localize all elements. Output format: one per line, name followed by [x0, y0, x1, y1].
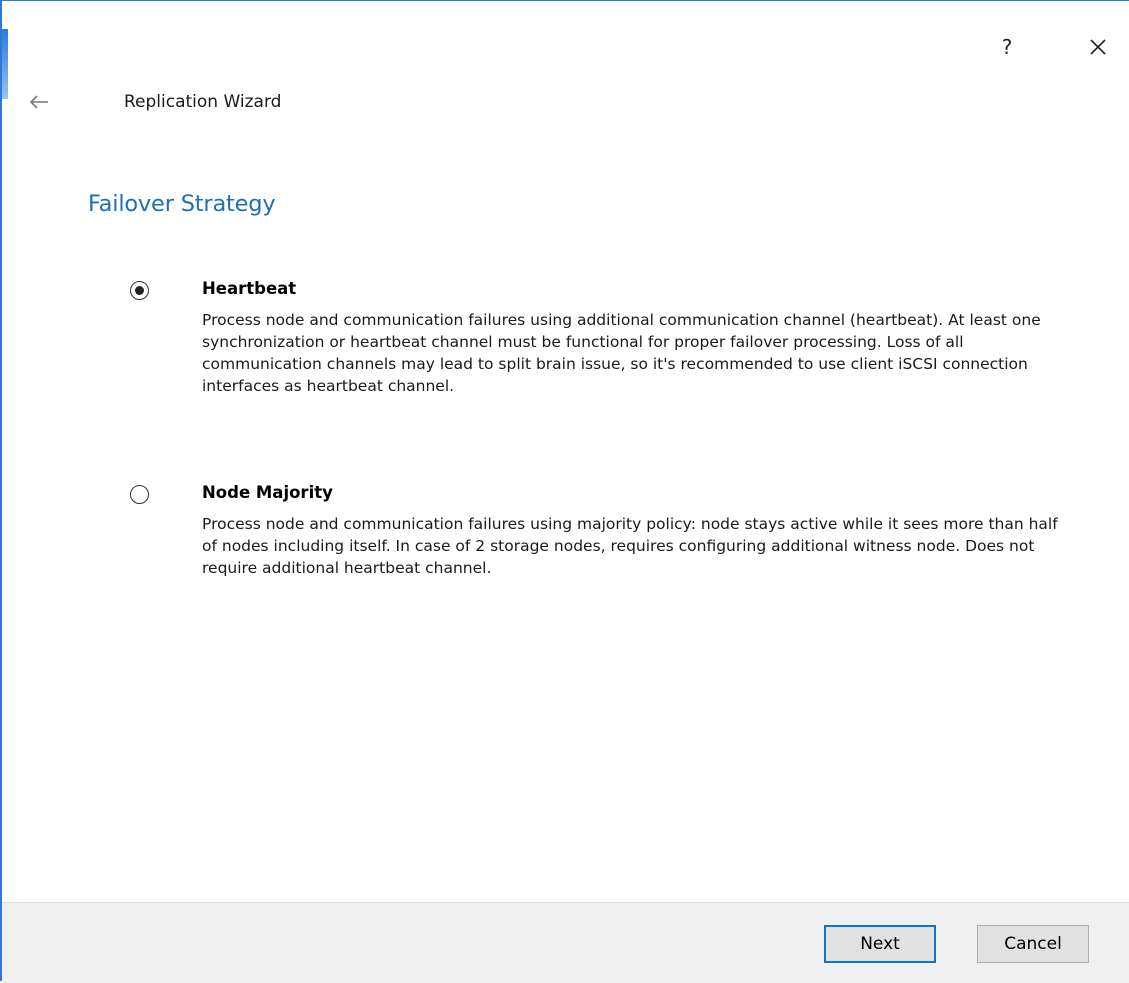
close-icon: [1090, 39, 1106, 55]
close-button[interactable]: [1078, 27, 1118, 67]
wizard-footer: Next Cancel: [2, 902, 1129, 983]
cancel-button[interactable]: Cancel: [977, 925, 1089, 963]
help-button[interactable]: ?: [987, 27, 1027, 67]
heartbeat-option-title[interactable]: Heartbeat: [202, 279, 296, 298]
wizard-window: ? Replication Wizard Failover Strategy H…: [0, 0, 1129, 983]
node-majority-option-title[interactable]: Node Majority: [202, 483, 333, 502]
heartbeat-radio[interactable]: [130, 281, 149, 300]
next-button[interactable]: Next: [824, 925, 936, 963]
node-majority-option-description: Process node and communication failures …: [202, 515, 1058, 577]
window-edge-accent: [2, 29, 8, 99]
radio-selected-dot: [134, 285, 144, 295]
page-title: Failover Strategy: [88, 191, 276, 217]
heartbeat-option-description: Process node and communication failures …: [202, 311, 1041, 395]
back-arrow-icon: [29, 95, 48, 109]
help-icon: ?: [1001, 35, 1013, 59]
wizard-title: Replication Wizard: [124, 92, 282, 112]
node-majority-radio[interactable]: [130, 485, 149, 504]
back-button[interactable]: [24, 89, 54, 115]
